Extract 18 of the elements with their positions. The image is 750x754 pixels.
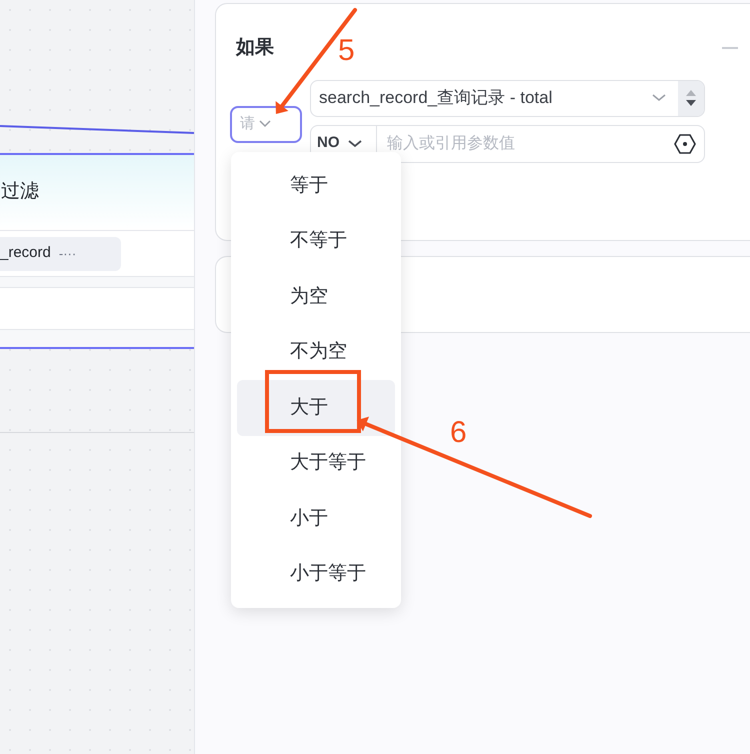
chip-suffix: -··· [58,244,76,263]
triangle-up-icon [686,90,696,96]
stepper-buttons[interactable] [678,80,704,116]
chevron-down-icon [259,120,271,128]
triangle-down-icon [686,100,696,106]
value-field[interactable]: NO 输入或引用参数值 [310,124,705,162]
node-title: 过滤 [1,180,39,204]
condition-title: 如果 [236,36,274,60]
annotation-number: 6 [450,418,467,448]
chevron-down-icon [348,140,362,148]
target-icon[interactable] [674,132,696,154]
chip-text: _record [0,243,51,264]
annotation-number: 5 [338,36,355,66]
node-card[interactable]: 过滤 _record -··· [0,153,194,349]
chevron-down-icon [652,94,666,102]
left-operand-select[interactable]: search_record_查询记录 - total [310,80,705,116]
node-field[interactable] [0,287,194,330]
left-operand-value: search_record_查询记录 - total [318,87,554,110]
